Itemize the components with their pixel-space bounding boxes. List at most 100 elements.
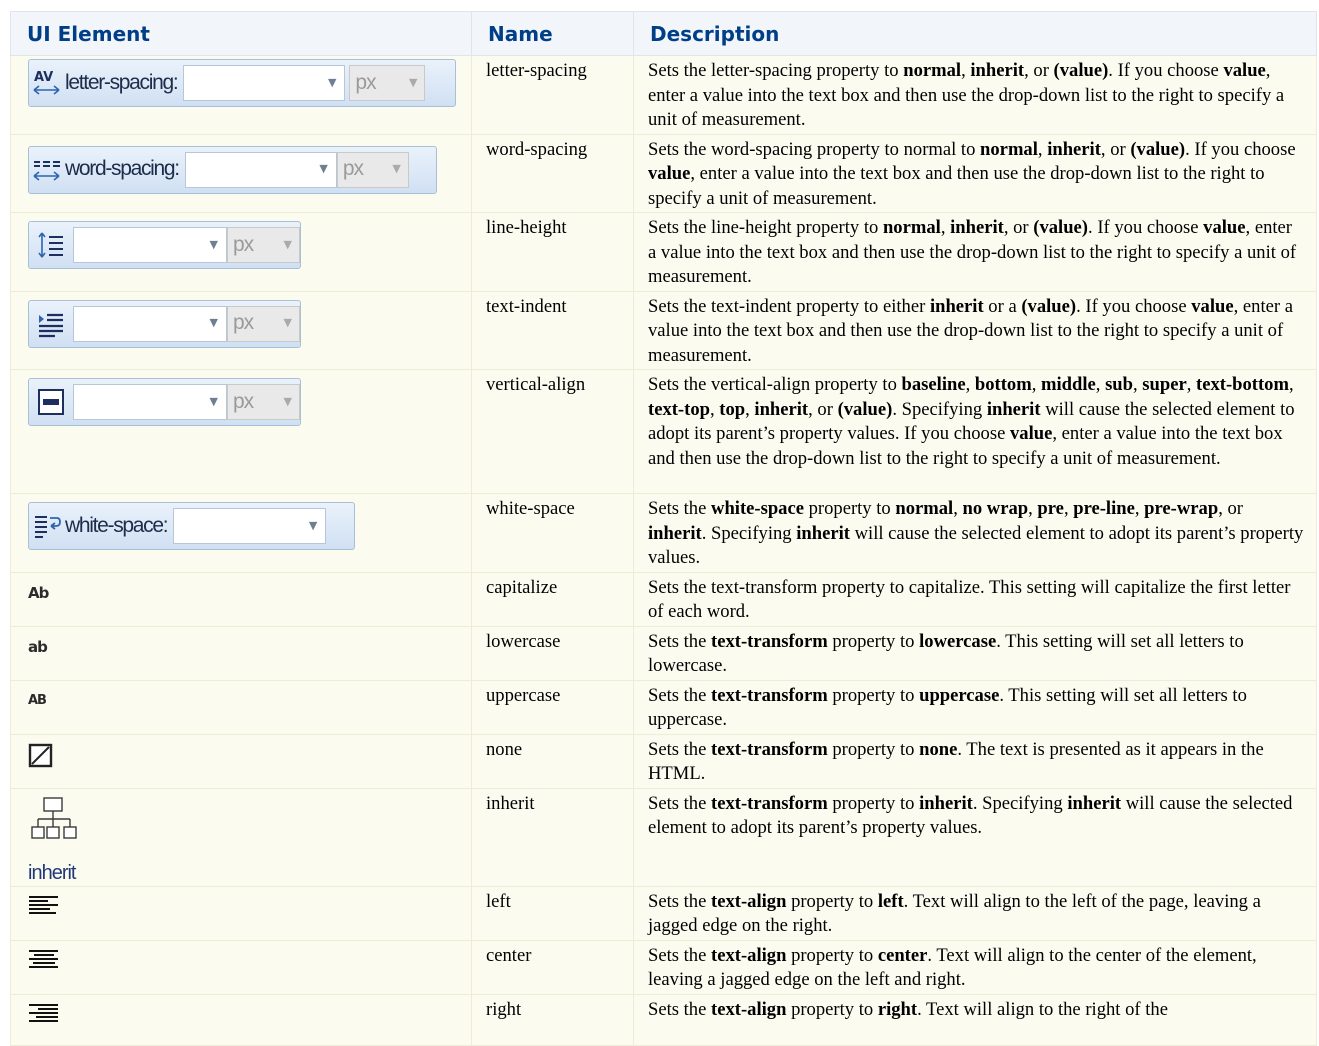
- align-center-icon[interactable]: [28, 949, 60, 971]
- description-cell: Sets the text-transform property to capi…: [633, 571, 1317, 627]
- white-space-widget: white-space: ▼: [28, 502, 355, 550]
- letter-spacing-unit-select[interactable]: px ▼: [349, 65, 426, 101]
- line-height-icon: [29, 227, 73, 263]
- ui-element-cell: [10, 733, 472, 789]
- header-description: Description: [633, 11, 1317, 56]
- bold-term: bottom: [974, 374, 1032, 395]
- css-text-properties-table: UI Element Name Description AV letter-sp…: [10, 11, 1317, 1046]
- chevron-down-icon[interactable]: ▼: [210, 311, 226, 336]
- bold-term: normal: [895, 498, 954, 519]
- ui-element-cell: inherit: [10, 787, 472, 887]
- letter-spacing-label: letter-spacing:: [65, 70, 179, 94]
- name-cell: white-space: [471, 493, 634, 573]
- bold-term: no wrap: [962, 498, 1029, 519]
- bold-term: top: [719, 398, 746, 420]
- bold-term: (value): [1053, 60, 1109, 81]
- align-right-icon[interactable]: [28, 1003, 60, 1025]
- description-cell: Sets the text-transform property to lowe…: [633, 625, 1317, 681]
- bold-term: (value): [1130, 138, 1186, 160]
- table-row: AV letter-spacing: ▼ px ▼ letter-spacing…: [10, 55, 1317, 135]
- word-spacing-label: word-spacing:: [65, 157, 180, 181]
- chevron-down-icon[interactable]: ▼: [210, 233, 226, 258]
- align-left-icon[interactable]: [28, 895, 60, 917]
- name-cell: letter-spacing: [471, 55, 634, 135]
- chevron-down-icon[interactable]: ▼: [210, 390, 226, 415]
- lowercase-icon[interactable]: ab: [28, 635, 48, 660]
- bold-term: pre: [1037, 498, 1064, 519]
- inherit-label[interactable]: inherit: [28, 861, 465, 886]
- chevron-down-icon[interactable]: ▼: [392, 157, 401, 182]
- svg-text:AV: AV: [34, 70, 53, 85]
- vertical-align-widget: ▼ px ▼: [28, 378, 301, 426]
- text-indent-widget: ▼ px ▼: [28, 299, 301, 348]
- bold-term: inherit: [796, 522, 850, 544]
- description-cell: Sets the text-indent property to either …: [633, 290, 1317, 370]
- name-cell: word-spacing: [471, 133, 634, 213]
- vertical-align-value-combo[interactable]: ▼: [73, 384, 227, 420]
- bold-term: pre-wrap: [1144, 498, 1219, 519]
- bold-term: baseline: [901, 374, 966, 395]
- ui-element-cell: Ab: [10, 571, 472, 627]
- text-indent-unit-select[interactable]: px ▼: [227, 305, 300, 342]
- ui-element-cell: AV letter-spacing: ▼ px ▼: [10, 55, 472, 135]
- bold-term: inherit: [929, 295, 984, 317]
- bold-term: (value): [1033, 217, 1089, 238]
- description-cell: Sets the line-height property to normal,…: [633, 212, 1317, 292]
- table-row: left Sets the text-align property to lef…: [10, 885, 1317, 941]
- bold-term: text-align: [711, 998, 787, 1020]
- chevron-down-icon[interactable]: ▼: [284, 233, 293, 258]
- chevron-down-icon[interactable]: ▼: [284, 311, 293, 336]
- bold-term: text-align: [711, 944, 787, 966]
- uppercase-icon[interactable]: AB: [28, 689, 47, 714]
- description-cell: Sets the white-space property to normal,…: [633, 493, 1317, 573]
- bold-term: inherit: [919, 792, 973, 814]
- bold-term: value: [1191, 295, 1234, 317]
- ui-element-cell: AB: [10, 679, 472, 735]
- name-cell: none: [471, 733, 634, 789]
- bold-term: right: [877, 998, 918, 1020]
- line-height-unit-select[interactable]: px ▼: [227, 227, 300, 263]
- capitalize-icon[interactable]: Ab: [28, 581, 49, 606]
- name-cell: line-height: [471, 212, 634, 292]
- chevron-down-icon[interactable]: ▼: [409, 71, 418, 96]
- chevron-down-icon[interactable]: ▼: [284, 390, 293, 415]
- bold-term: none: [919, 738, 958, 760]
- text-indent-value-combo[interactable]: ▼: [73, 305, 227, 342]
- description-cell: Sets the text-align property to right. T…: [633, 993, 1317, 1046]
- chevron-down-icon[interactable]: ▼: [319, 157, 335, 182]
- word-spacing-icon: [29, 152, 65, 188]
- ui-element-cell: ab: [10, 625, 472, 681]
- table-row: ▼ px ▼ line-height Sets the line-height …: [10, 212, 1317, 292]
- bold-term: super: [1142, 374, 1187, 395]
- word-spacing-unit-select[interactable]: px ▼: [336, 151, 409, 188]
- bold-term: inherit: [648, 522, 702, 544]
- description-cell: Sets the vertical-align property to base…: [633, 369, 1317, 494]
- bold-term: sub: [1105, 374, 1133, 395]
- bold-term: value: [648, 163, 691, 184]
- line-height-value-combo[interactable]: ▼: [73, 227, 227, 263]
- chevron-down-icon[interactable]: ▼: [309, 514, 325, 539]
- table-row: right Sets the text-align property to ri…: [10, 993, 1317, 1046]
- bold-term: inherit: [754, 398, 809, 420]
- chevron-down-icon[interactable]: ▼: [328, 71, 344, 96]
- none-transform-icon[interactable]: [28, 743, 54, 769]
- white-space-select[interactable]: ▼: [173, 508, 327, 544]
- description-cell: Sets the text-transform property to uppe…: [633, 679, 1317, 735]
- table-row: ab lowercase Sets the text-transform pro…: [10, 625, 1317, 681]
- bold-term: value: [1223, 60, 1266, 81]
- table-row: white-space: ▼ white-space Sets the whit…: [10, 493, 1317, 573]
- bold-term: normal: [903, 60, 962, 81]
- letter-spacing-value-combo[interactable]: ▼: [183, 65, 346, 101]
- bold-term: inherit: [950, 217, 1004, 238]
- word-spacing-value-combo[interactable]: ▼: [184, 151, 337, 188]
- hierarchy-icon[interactable]: [28, 796, 88, 847]
- vertical-align-unit-select[interactable]: px ▼: [227, 384, 300, 420]
- bold-term: (value): [1021, 295, 1077, 317]
- bold-term: inherit: [1047, 138, 1101, 160]
- letter-spacing-icon: AV: [29, 65, 65, 101]
- header-row: UI Element Name Description: [10, 11, 1317, 56]
- letter-spacing-widget: AV letter-spacing: ▼ px ▼: [28, 59, 456, 107]
- bold-term: white-space: [711, 498, 804, 519]
- description-cell: Sets the word-spacing property to normal…: [633, 133, 1317, 213]
- bold-term: inherit: [970, 60, 1025, 81]
